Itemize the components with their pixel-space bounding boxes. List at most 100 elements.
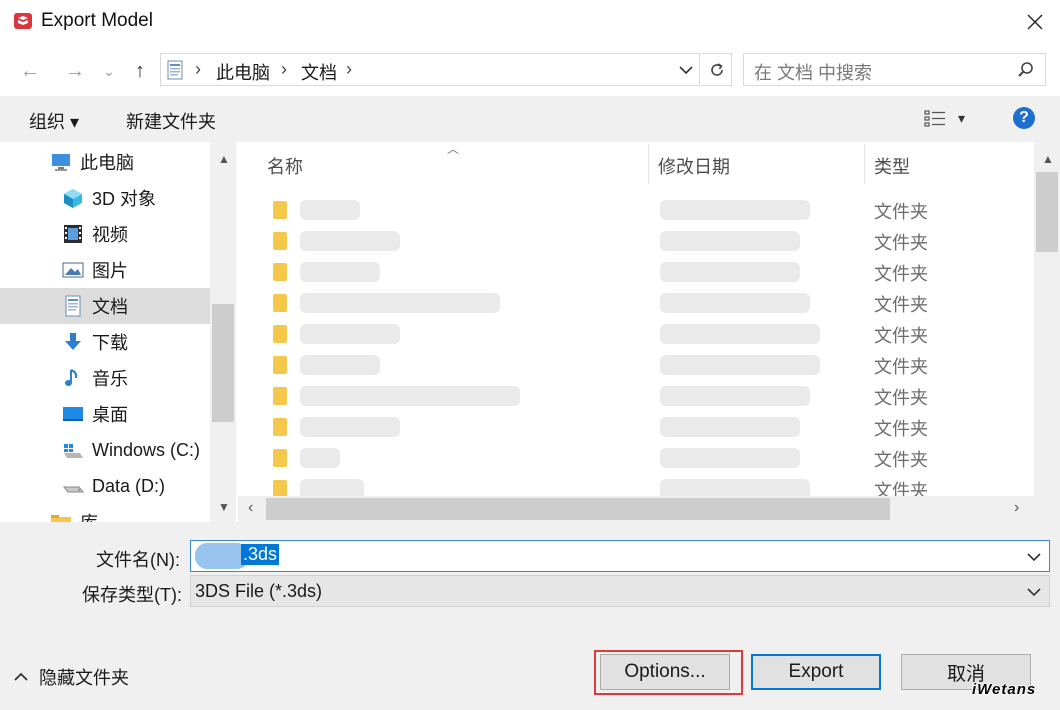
redacted-modified-date <box>660 200 810 220</box>
refresh-button[interactable] <box>702 53 732 86</box>
sidebar-item-data-drive[interactable]: Data (D:) <box>0 468 210 504</box>
sidebar-item-windows-drive[interactable]: Windows (C:) <box>0 432 210 468</box>
desktop-icon <box>63 407 83 421</box>
scroll-down-icon[interactable]: ▼ <box>218 500 230 514</box>
options-highlight-box <box>594 650 743 695</box>
breadcrumb-separator-icon: › <box>281 59 287 79</box>
redacted-folder-name[interactable] <box>300 262 380 282</box>
download-icon <box>65 333 81 350</box>
address-bar[interactable]: › 此电脑 › 文档 › <box>160 53 700 86</box>
scroll-left-icon[interactable]: ‹ <box>248 499 253 517</box>
breadcrumb-separator-icon: › <box>346 59 352 79</box>
redacted-modified-date <box>660 386 810 406</box>
sidebar-item-3d-objects[interactable]: 3D 对象 <box>0 180 210 216</box>
recent-locations-button[interactable]: ⌄ <box>96 58 122 84</box>
column-header-name[interactable]: 名称 <box>267 153 303 179</box>
scroll-thumb[interactable] <box>266 498 890 520</box>
picture-icon <box>62 262 84 278</box>
sidebar-item-label: 下载 <box>92 333 128 353</box>
sidebar-item-label: 视频 <box>92 225 128 245</box>
view-list-icon[interactable] <box>924 110 946 128</box>
sidebar-item-downloads[interactable]: 下载 <box>0 324 210 360</box>
sidebar-item-desktop[interactable]: 桌面 <box>0 396 210 432</box>
redacted-folder-name[interactable] <box>300 448 340 468</box>
redacted-folder-name[interactable] <box>300 324 400 344</box>
sidebar-item-label: Data (D:) <box>92 475 166 496</box>
back-arrow-icon: ← <box>20 59 40 82</box>
drive-icon <box>62 486 84 493</box>
sidebar-item-label: 3D 对象 <box>92 189 157 209</box>
title-bar <box>0 0 1060 44</box>
up-button[interactable]: ↑ <box>127 58 153 84</box>
redacted-folder-name[interactable] <box>300 355 380 375</box>
sidebar-item-videos[interactable]: 视频 <box>0 216 210 252</box>
column-divider[interactable] <box>864 144 865 184</box>
filename-label: 文件名(N): <box>96 550 180 570</box>
redacted-modified-date <box>660 262 800 282</box>
redacted-folder-name[interactable] <box>300 231 400 251</box>
chevron-down-icon[interactable] <box>1027 552 1041 562</box>
filetype-label: 保存类型(T): <box>82 585 182 605</box>
search-input[interactable]: 在 文档 中搜索 <box>743 53 1046 86</box>
filename-input[interactable]: .3ds <box>190 540 1050 572</box>
back-button[interactable]: ← <box>17 58 43 84</box>
chevron-down-icon[interactable] <box>679 65 693 75</box>
sort-ascending-icon: ︿ <box>447 142 460 156</box>
close-button[interactable] <box>1012 2 1058 42</box>
watermark: iWetans <box>972 681 1037 698</box>
sidebar-item-this-pc[interactable]: 此电脑 <box>0 144 210 180</box>
export-button[interactable]: Export <box>751 654 881 690</box>
sidebar-item-label: 图片 <box>92 261 128 281</box>
sidebar-item-label: 桌面 <box>92 405 128 425</box>
breadcrumb-documents[interactable]: 文档 <box>301 59 337 85</box>
view-options-chevron-icon[interactable]: ▾ <box>958 110 965 127</box>
video-icon <box>64 225 82 243</box>
music-icon <box>65 369 78 386</box>
redacted-folder-name[interactable] <box>300 200 360 220</box>
hide-folders-label: 隐藏文件夹 <box>39 668 129 688</box>
filetype-select[interactable]: 3DS File (*.3ds) <box>190 575 1050 607</box>
scroll-up-icon[interactable]: ▲ <box>218 152 230 166</box>
redacted-modified-date <box>660 448 800 468</box>
redacted-modified-date <box>660 324 820 344</box>
navigation-pane: 此电脑 3D 对象 视频 图片 文档 下载 音乐 桌面 Windows (C:)… <box>0 142 236 522</box>
sidebar-item-music[interactable]: 音乐 <box>0 360 210 396</box>
forward-arrow-icon: → <box>65 59 85 82</box>
column-header-type[interactable]: 类型 <box>874 153 910 179</box>
hide-folders-toggle[interactable]: 隐藏文件夹 <box>14 664 129 690</box>
scroll-up-icon[interactable]: ▲ <box>1042 152 1054 166</box>
document-folder-icon <box>167 60 183 80</box>
sidebar-item-label: 库 <box>80 509 98 522</box>
breadcrumb-this-pc[interactable]: 此电脑 <box>216 59 270 85</box>
chevron-up-icon <box>14 672 28 681</box>
column-header-modified[interactable]: 修改日期 <box>658 153 730 179</box>
window-title: Export Model <box>41 10 153 31</box>
folder-icon <box>273 294 287 312</box>
file-type-cell: 文件夹 <box>874 419 928 439</box>
folder-icon <box>273 418 287 436</box>
forward-button[interactable]: → <box>62 58 88 84</box>
organize-menu[interactable]: 组织 ▾ <box>29 108 79 134</box>
file-list-vertical-scrollbar[interactable]: ▲ <box>1034 142 1060 496</box>
sidebar-item-label: 音乐 <box>92 369 128 389</box>
redacted-folder-name[interactable] <box>300 417 400 437</box>
file-list-horizontal-scrollbar[interactable]: ‹ › <box>238 496 1034 522</box>
sidebar-item-pictures[interactable]: 图片 <box>0 252 210 288</box>
sidebar-item-documents[interactable]: 文档 <box>0 288 210 324</box>
scroll-thumb[interactable] <box>212 304 234 422</box>
file-type-cell: 文件夹 <box>874 388 928 408</box>
navigation-scrollbar[interactable]: ▲ ▼ <box>210 142 236 522</box>
redacted-modified-date <box>660 231 800 251</box>
help-button[interactable]: ? <box>1013 107 1035 129</box>
column-divider[interactable] <box>648 144 649 184</box>
folder-icon <box>273 449 287 467</box>
chevron-down-icon: ⌄ <box>103 62 115 79</box>
sidebar-item-libraries[interactable]: 库 <box>0 504 210 522</box>
search-icon <box>1018 62 1033 77</box>
redacted-folder-name[interactable] <box>300 386 520 406</box>
folder-icon <box>273 356 287 374</box>
redacted-folder-name[interactable] <box>300 293 500 313</box>
scroll-thumb[interactable] <box>1036 172 1058 252</box>
new-folder-button[interactable]: 新建文件夹 <box>126 108 216 134</box>
scroll-right-icon[interactable]: › <box>1014 499 1019 517</box>
